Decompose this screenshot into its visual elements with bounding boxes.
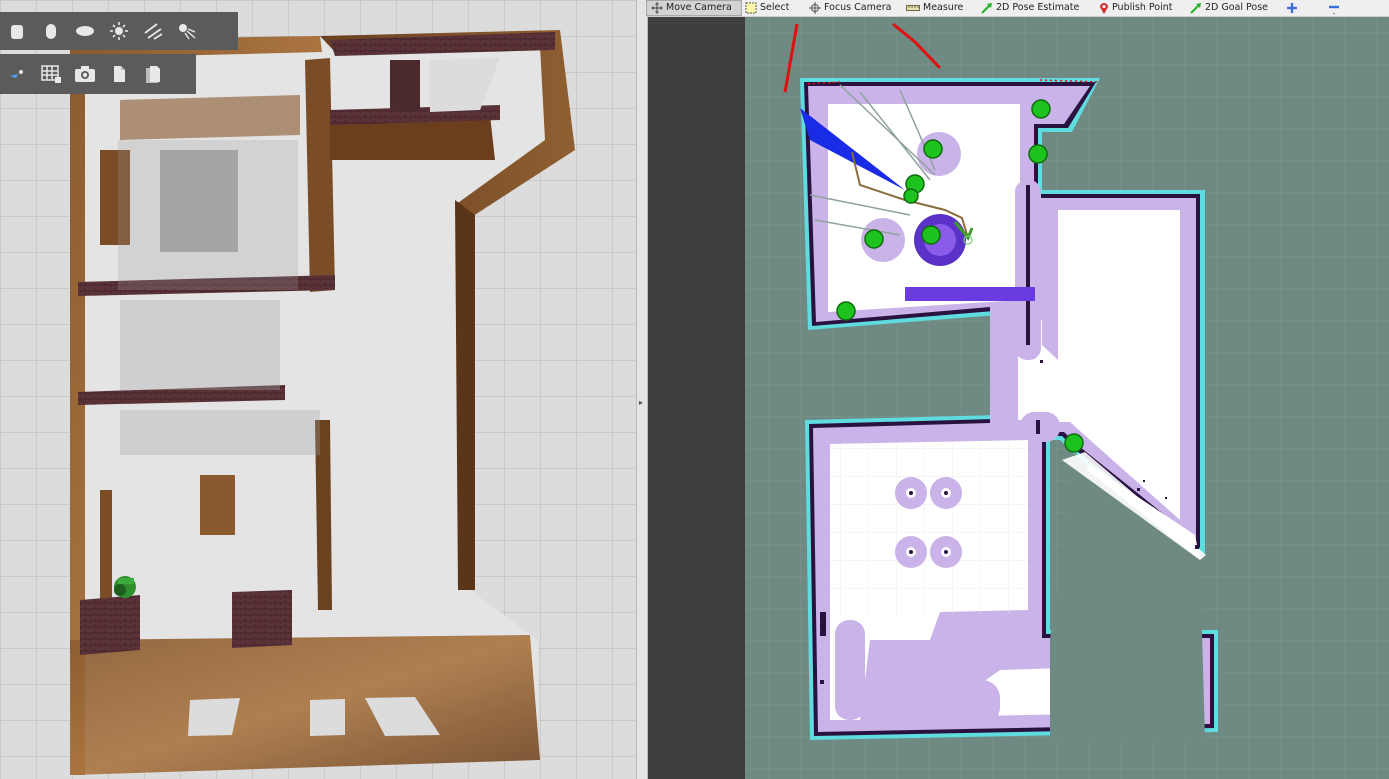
spot-light-icon[interactable]	[170, 14, 204, 48]
tool-2d-goal-pose[interactable]: 2D Goal Pose	[1190, 0, 1268, 16]
waypoint-marker	[921, 225, 941, 245]
gazebo-shapes-toolbar	[0, 12, 238, 50]
paste-icon[interactable]	[136, 57, 170, 91]
tool-label: Select	[760, 2, 790, 13]
copy-icon[interactable]	[102, 57, 136, 91]
point-light-icon[interactable]	[102, 14, 136, 48]
splitter-arrow-icon[interactable]: ▸	[639, 398, 643, 407]
tool-select[interactable]: Select	[745, 0, 789, 16]
panel-splitter[interactable]: ▸	[636, 0, 648, 779]
grid-snap-icon[interactable]	[34, 57, 68, 91]
camera-screenshot-icon[interactable]	[68, 57, 102, 91]
tool-label: Focus Camera	[824, 2, 892, 13]
tool-label: Measure	[923, 2, 964, 13]
waypoint-marker	[1064, 433, 1084, 453]
rviz-3d-view[interactable]	[648, 17, 1389, 779]
box-shape-icon[interactable]	[0, 14, 34, 48]
gazebo-scene[interactable]	[0, 0, 636, 779]
plus-icon	[1287, 3, 1297, 13]
link-joint-icon[interactable]	[0, 57, 34, 91]
tool-label: Publish Point	[1112, 2, 1173, 13]
gazebo-3d-view[interactable]	[0, 0, 636, 779]
tool-label: 2D Pose Estimate	[996, 2, 1080, 13]
cylinder-shape-icon[interactable]	[34, 14, 68, 48]
green-arrow-icon	[981, 3, 992, 14]
waypoint-marker	[864, 229, 884, 249]
tool-2d-pose-estimate[interactable]: 2D Pose Estimate	[981, 0, 1079, 16]
tool-measure[interactable]: Measure	[906, 0, 963, 16]
unknown-area	[648, 17, 745, 779]
waypoint-marker	[923, 139, 943, 159]
minus-icon	[1329, 5, 1339, 15]
waypoint-marker	[1028, 144, 1048, 164]
sphere-shape-icon[interactable]	[68, 14, 102, 48]
green-arrow-icon	[1190, 3, 1201, 14]
select-icon	[745, 2, 757, 14]
directional-light-icon[interactable]	[136, 14, 170, 48]
gazebo-edit-toolbar	[0, 54, 196, 94]
tool-label: 2D Goal Pose	[1205, 2, 1269, 13]
waypoint-marker	[903, 188, 919, 204]
tool-move-camera[interactable]: Move Camera	[646, 0, 742, 16]
rviz-tools-toolbar: Move Camera Select Focus Camera Measure …	[646, 0, 1389, 17]
remove-tool-button[interactable]	[1328, 0, 1340, 16]
tool-publish-point[interactable]: Publish Point	[1099, 0, 1172, 16]
ruler-icon	[906, 5, 920, 11]
map-pin-icon	[1100, 3, 1108, 14]
robot-model[interactable]	[114, 576, 136, 598]
tool-label: Move Camera	[666, 2, 732, 13]
focus-camera-icon	[809, 2, 821, 14]
waypoint-marker	[836, 301, 856, 321]
occupancy-map[interactable]	[648, 17, 1389, 779]
waypoint-marker	[1031, 99, 1051, 119]
move-camera-icon	[651, 2, 663, 14]
add-tool-button[interactable]	[1286, 0, 1298, 16]
tool-focus-camera[interactable]: Focus Camera	[809, 0, 891, 16]
